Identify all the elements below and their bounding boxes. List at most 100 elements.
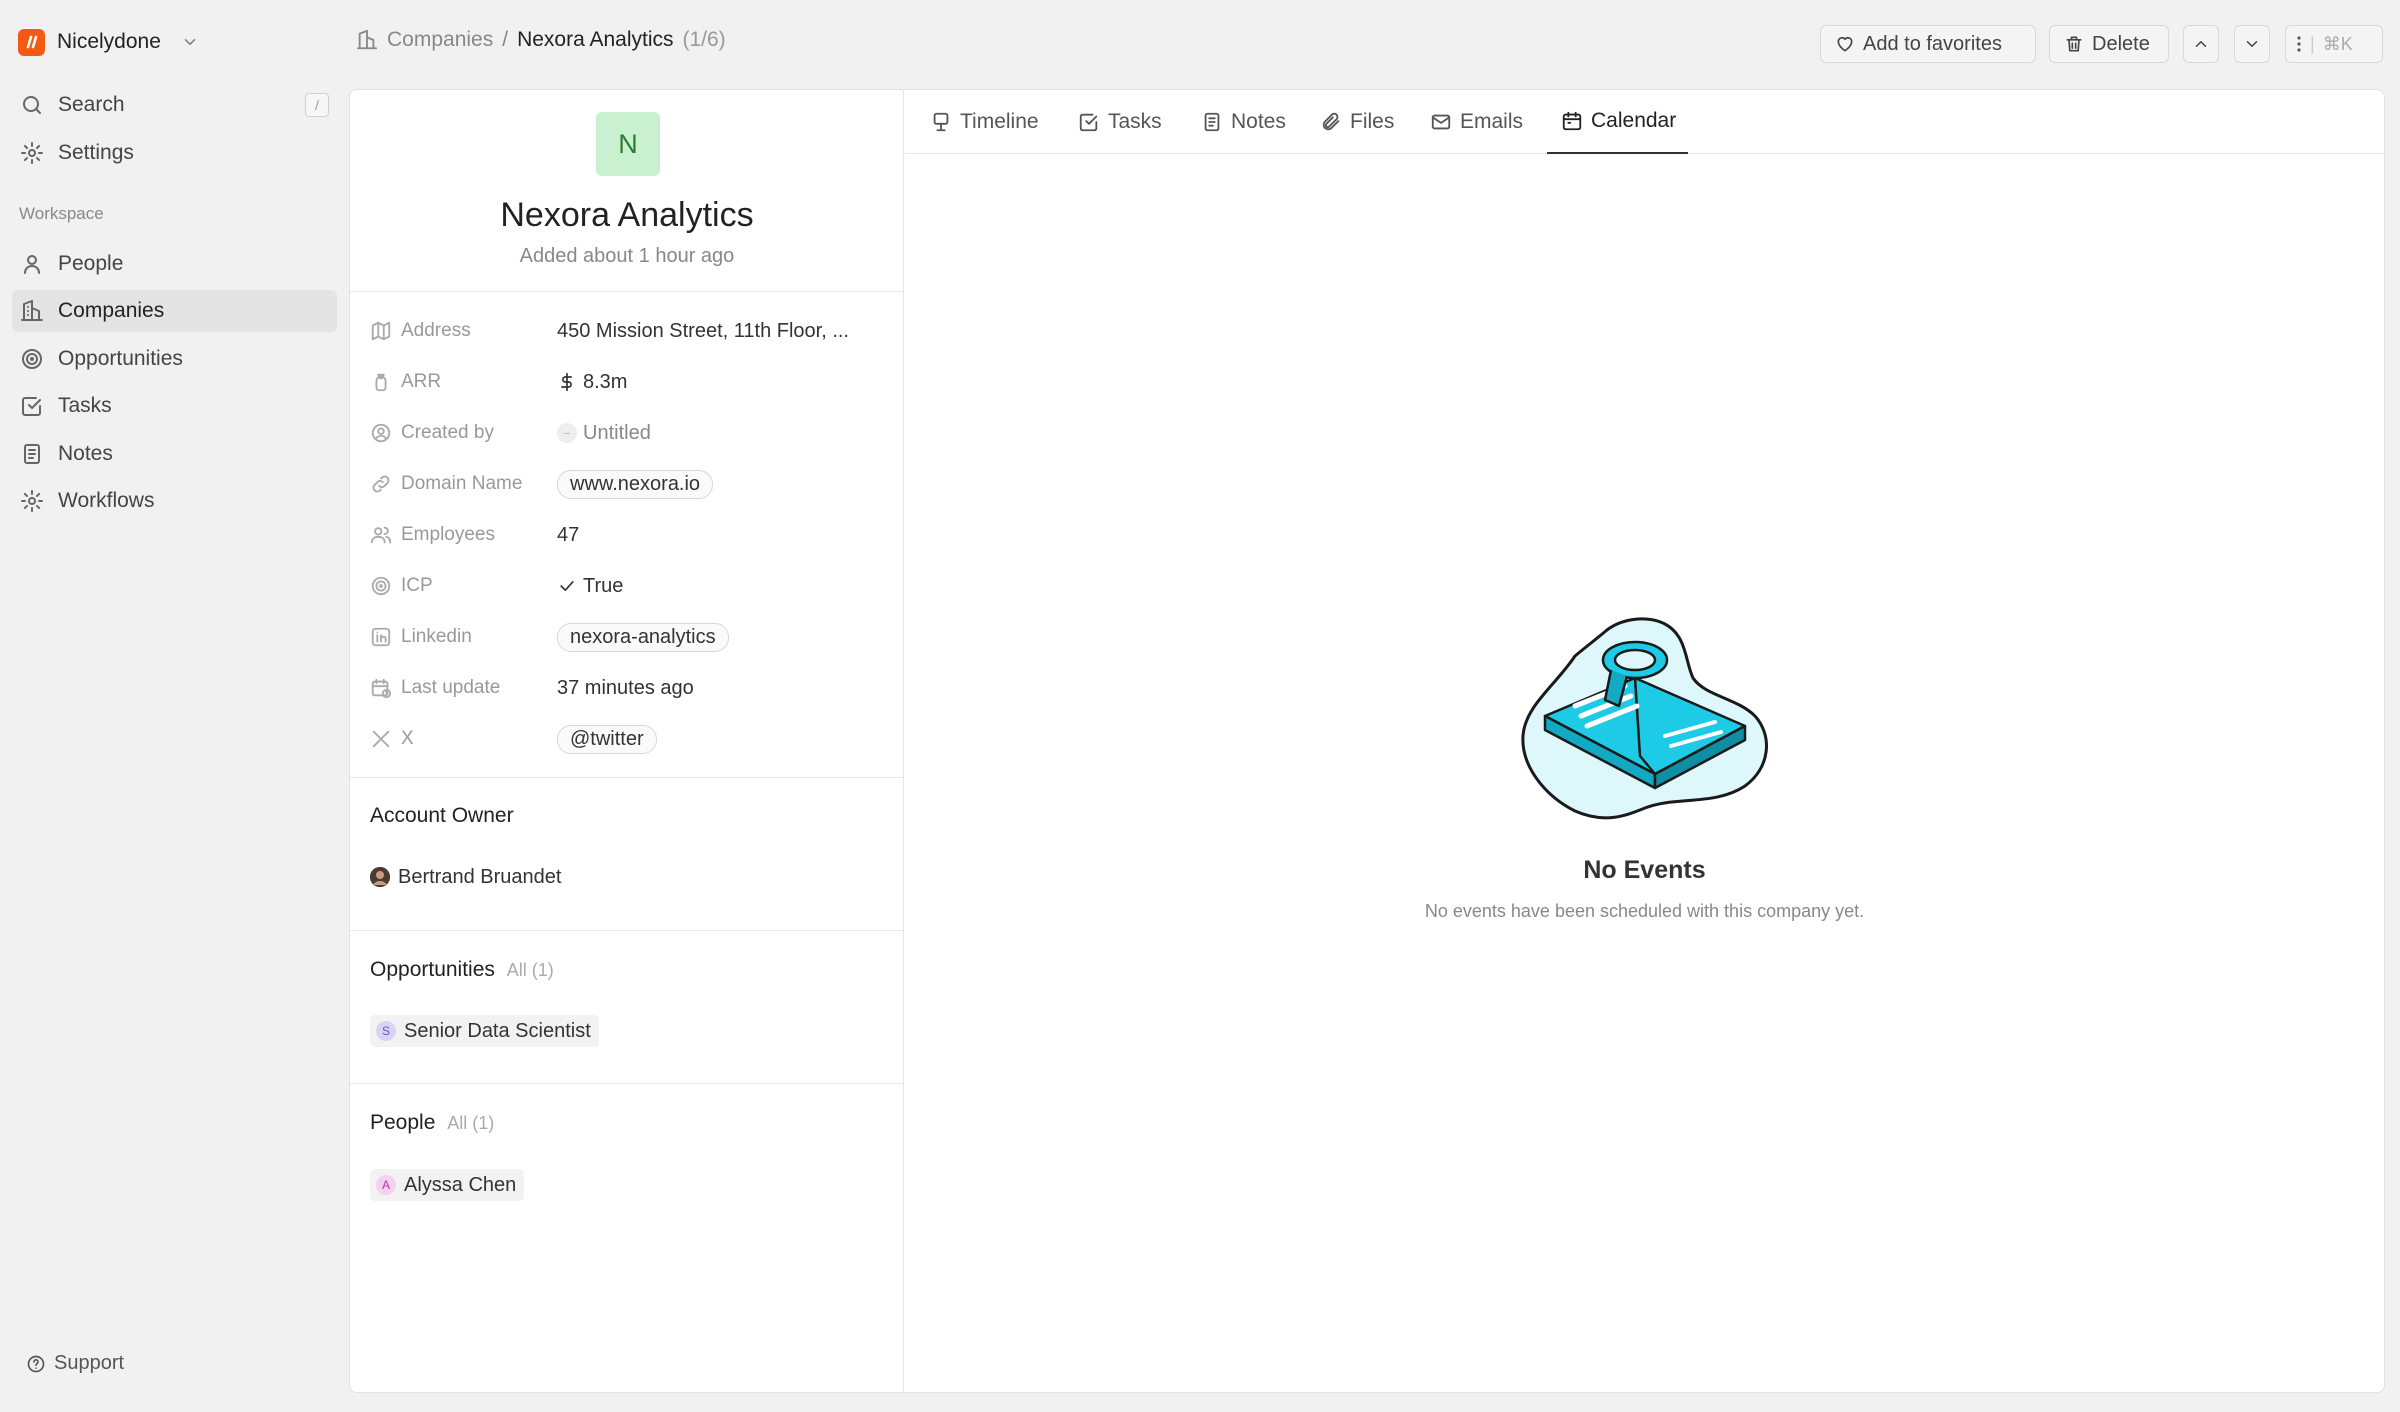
record-card: N Nexora Analytics Added about 1 hour ag… [349, 89, 2385, 1393]
creator-avatar: – [557, 423, 577, 443]
address-value[interactable]: 450 Mission Street, 11th Floor, ... [557, 320, 849, 343]
sidebar-item-label: Tasks [58, 394, 112, 417]
opportunities-all-link[interactable]: All (1) [507, 960, 554, 980]
link-icon [372, 475, 390, 493]
field-label: Created by [370, 422, 557, 444]
building-icon [356, 29, 378, 50]
delete-button[interactable]: Delete [2049, 25, 2169, 63]
sidebar-item-opportunities[interactable]: Opportunities [12, 338, 337, 380]
field-employees[interactable]: Employees 47 [370, 518, 890, 552]
field-arr[interactable]: ARR 8.3m [370, 365, 890, 399]
add-to-favorites-button[interactable]: Add to favorites [1820, 25, 2036, 63]
field-last-update[interactable]: Last update 37 minutes ago [370, 671, 890, 705]
tab-tasks[interactable]: Tasks [1078, 90, 1162, 154]
sidebar: Nicelydone Search / Settings Workspace P… [0, 0, 346, 1412]
field-label: X [370, 728, 557, 750]
paperclip-icon [1322, 112, 1340, 131]
opportunity-avatar: S [376, 1021, 396, 1041]
people-all-link[interactable]: All (1) [447, 1113, 494, 1133]
sidebar-search-label: Search [58, 93, 125, 116]
heart-icon [1837, 36, 1853, 52]
workspace-name: Nicelydone [57, 30, 161, 53]
chevron-up-icon [2195, 41, 2207, 47]
building-icon [21, 300, 43, 321]
people-section-title: People All (1) [370, 1111, 494, 1135]
field-label: Employees [370, 524, 557, 546]
arr-value[interactable]: 8.3m [583, 371, 627, 394]
sidebar-item-companies[interactable]: Companies [12, 290, 337, 332]
people-count: (1) [472, 1113, 495, 1133]
tab-emails[interactable]: Emails [1430, 90, 1523, 154]
divider [350, 777, 904, 778]
previous-record-button[interactable] [2183, 25, 2219, 63]
add-to-favorites-label: Add to favorites [1863, 32, 2002, 55]
icp-value[interactable]: True [583, 575, 623, 598]
person-avatar: A [376, 1175, 396, 1195]
field-address[interactable]: Address 450 Mission Street, 11th Floor, … [370, 314, 890, 348]
sidebar-item-workflows[interactable]: Workflows [12, 480, 337, 522]
field-domain-name[interactable]: Domain Name www.nexora.io [370, 467, 890, 501]
created-by-value: Untitled [583, 421, 651, 444]
owner-avatar [370, 867, 390, 887]
tab-label: Files [1350, 110, 1395, 133]
note-icon [24, 444, 40, 464]
x-handle-chip[interactable]: @twitter [557, 724, 657, 754]
target-icon [371, 576, 391, 596]
account-owner-title: Account Owner [370, 804, 514, 827]
sidebar-item-people[interactable]: People [12, 243, 337, 285]
field-label-text: Created by [401, 422, 494, 443]
chevron-down-icon[interactable] [181, 33, 199, 51]
breadcrumb-parent[interactable]: Companies [387, 28, 493, 52]
person-name: Alyssa Chen [404, 1173, 517, 1196]
tab-notes[interactable]: Notes [1201, 90, 1286, 154]
sidebar-item-notes[interactable]: Notes [12, 433, 337, 475]
tab-label: Notes [1231, 110, 1286, 133]
empty-state-title: No Events [1583, 856, 1706, 884]
opportunities-count: (1) [531, 960, 554, 980]
tab-calendar[interactable]: Calendar [1547, 90, 1689, 154]
delete-label: Delete [2092, 32, 2150, 55]
chevron-down-icon [2246, 41, 2258, 47]
support-link[interactable]: Support [26, 1352, 124, 1375]
sidebar-item-tasks[interactable]: Tasks [12, 385, 337, 427]
check-icon [560, 581, 574, 591]
field-label-text: Employees [401, 524, 495, 545]
workspace-switcher[interactable]: Nicelydone [18, 24, 199, 60]
domain-chip[interactable]: www.nexora.io [557, 469, 714, 499]
field-label-text: Last update [401, 677, 501, 698]
sidebar-settings-label: Settings [58, 141, 134, 164]
field-linkedin[interactable]: Linkedin nexora-analytics [370, 620, 890, 654]
tab-bar: Timeline Tasks Notes Files Emails Calend… [905, 90, 2384, 154]
more-actions-button[interactable]: | ⌘K [2285, 25, 2383, 63]
tab-label: Tasks [1108, 110, 1162, 133]
next-record-button[interactable] [2234, 25, 2270, 63]
field-created-by[interactable]: Created by – Untitled [370, 416, 890, 450]
help-circle-icon [27, 1355, 45, 1372]
company-name[interactable]: Nexora Analytics [350, 196, 904, 235]
sidebar-item-label: Notes [58, 442, 113, 465]
opportunity-name: Senior Data Scientist [404, 1019, 591, 1042]
record-summary-panel: N Nexora Analytics Added about 1 hour ag… [350, 90, 904, 1392]
tab-label: Emails [1460, 110, 1524, 133]
target-icon [22, 349, 42, 369]
tab-files[interactable]: Files [1320, 90, 1394, 154]
support-label: Support [54, 1352, 125, 1374]
sidebar-search[interactable]: Search / [12, 84, 337, 126]
workspace-section-label: Workspace [19, 204, 104, 223]
workspace-logo [18, 28, 45, 56]
tab-label: Timeline [960, 110, 1039, 133]
linkedin-chip[interactable]: nexora-analytics [557, 622, 729, 652]
checkbox-icon [22, 397, 41, 416]
field-label-text: ICP [401, 575, 433, 596]
employees-value[interactable]: 47 [557, 524, 579, 547]
company-avatar[interactable]: N [596, 112, 660, 176]
person-chip[interactable]: A Alyssa Chen [370, 1169, 525, 1201]
opportunities-section-title: Opportunities All (1) [370, 958, 554, 982]
map-icon [371, 321, 391, 341]
field-x[interactable]: X @twitter [370, 722, 890, 756]
account-owner-chip[interactable]: Bertrand Bruandet [370, 861, 569, 893]
tab-timeline[interactable]: Timeline [930, 90, 1039, 154]
opportunity-chip[interactable]: S Senior Data Scientist [370, 1015, 599, 1047]
sidebar-settings[interactable]: Settings [12, 132, 337, 174]
field-icp[interactable]: ICP True [370, 569, 890, 603]
